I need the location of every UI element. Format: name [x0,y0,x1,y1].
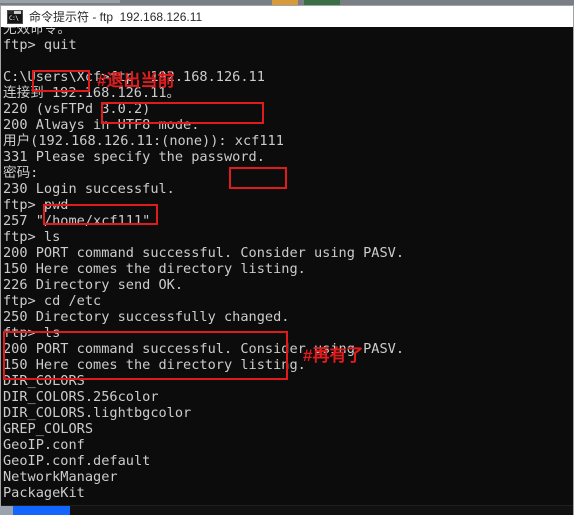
terminal-line: 150 Here comes the directory listing. [3,357,306,373]
terminal-line: NetworkManager [3,469,118,485]
terminal-line: 200 PORT command successful. Consider us… [3,245,405,261]
terminal-line: DIR_COLORS.256color [3,389,159,405]
terminal-line: 250 Directory successfully changed. [3,309,290,325]
terminal-line: ftp> pwd [3,197,69,213]
scrollbar-track[interactable] [1,506,573,515]
terminal-line: 150 Here comes the directory listing. [3,261,306,277]
terminal-line: 连接到 192.168.126.11。 [3,85,181,101]
now-has-it-note: #再有了 [303,346,364,365]
terminal-line: 226 Directory send OK. [3,277,184,293]
terminal-line: 257 "/home/xcf111" [3,213,151,229]
terminal-line: 无效命令。 [3,27,71,37]
screenshot-root: C:\ 命令提示符 - ftp 192.168.126.11 无效命令。 ftp>… [0,0,574,515]
cmd-icon: C:\ [7,9,23,24]
terminal-line: 220 (vsFTPd 3.0.2) [3,101,151,117]
terminal-line: 230 Login successful. [3,181,175,197]
terminal-text: 无效命令。 ftp> quit C:\Users\Xcf>ftp 192.168.… [1,27,573,501]
cmd-icon-prompt-text: C:\ [9,14,19,22]
window-titlebar[interactable]: C:\ 命令提示符 - ftp 192.168.126.11 [1,6,573,27]
terminal-line: DIR_COLORS [3,373,85,389]
horizontal-scrollbar[interactable] [1,505,573,515]
terminal-line: GeoIP.conf [3,437,85,453]
scrollbar-thumb[interactable] [13,506,70,515]
terminal-line: C:\Users\Xcf>ftp 192.168.126.11 [3,69,265,85]
terminal-line: DIR_COLORS.lightbgcolor [3,405,192,421]
terminal-line: GeoIP.conf.default [3,453,151,469]
terminal-line: 331 Please specify the password. [3,149,265,165]
command-prompt-window: C:\ 命令提示符 - ftp 192.168.126.11 无效命令。 ftp>… [0,5,574,515]
terminal-line: 200 PORT command successful. Consider us… [3,341,405,357]
terminal-line: 用户(192.168.126.11:(none)): xcf111 [3,133,284,149]
terminal-line: GREP_COLORS [3,421,94,437]
window-title: 命令提示符 - ftp 192.168.126.11 [29,10,203,24]
terminal-line: 密码: [3,165,39,181]
terminal-line: ftp> cd /etc [3,293,102,309]
scrollbar-left-button[interactable] [1,506,13,515]
terminal-line: ftp> ls [3,229,61,245]
terminal-line: ftp> quit [3,37,77,53]
terminal-line: 200 Always in UTF8 mode. [3,117,200,133]
terminal-line: PackageKit [3,485,85,501]
terminal-output-area[interactable]: 无效命令。 ftp> quit C:\Users\Xcf>ftp 192.168.… [1,27,573,505]
exit-current-note: #退出当前 [97,71,175,90]
desktop-fragment-gray [0,0,120,3]
terminal-line: ftp> ls [3,325,61,341]
